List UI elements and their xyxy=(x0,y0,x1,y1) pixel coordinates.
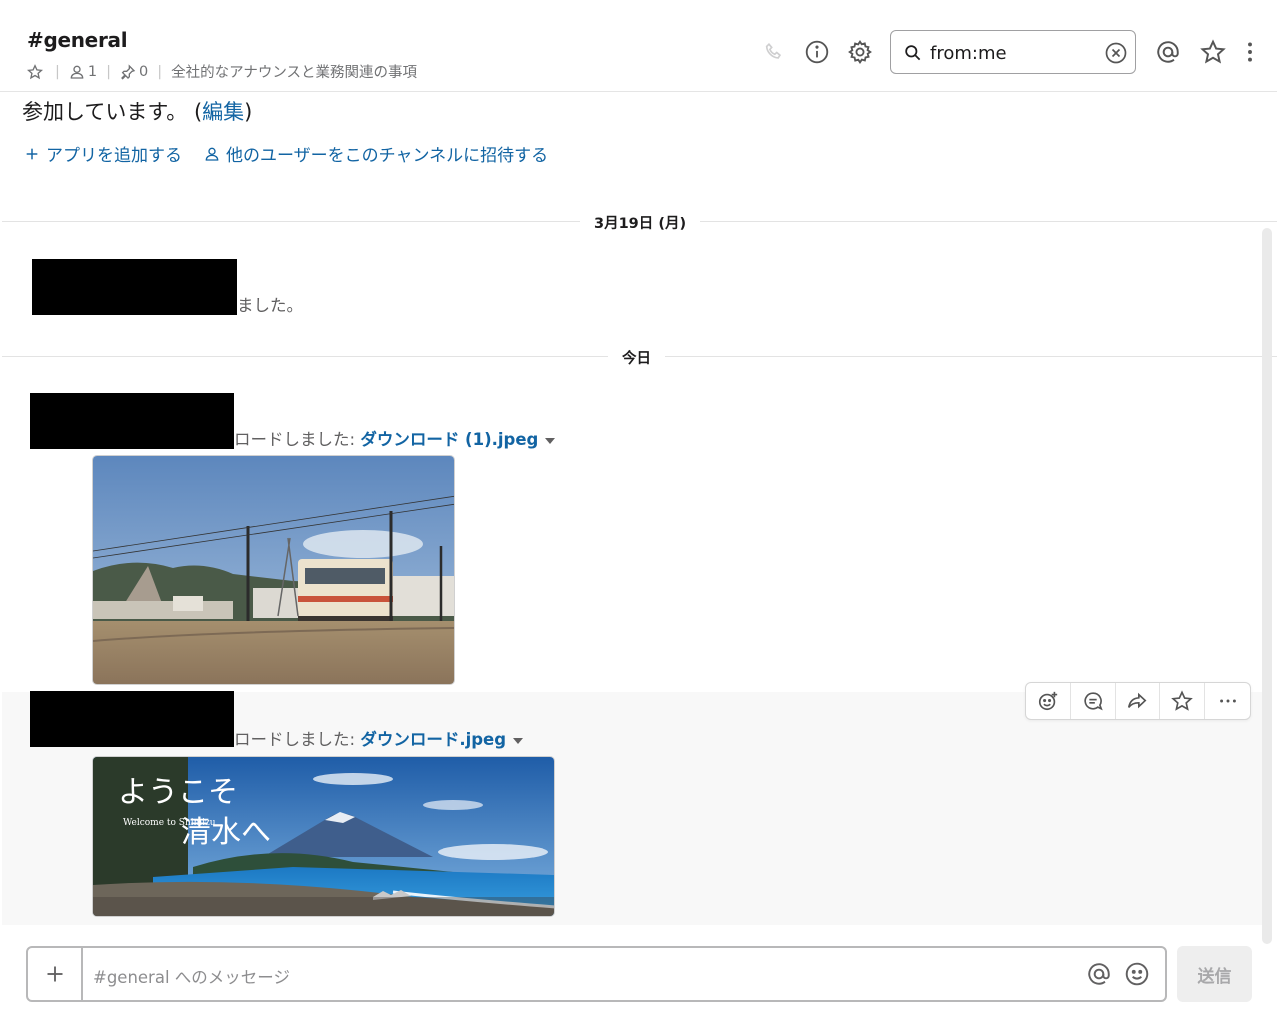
person-icon xyxy=(205,147,219,161)
member-icon[interactable] xyxy=(69,64,85,80)
mention-icon[interactable] xyxy=(1086,961,1112,991)
redacted-sender xyxy=(32,259,237,315)
message-composer[interactable]: #general へのメッセージ xyxy=(26,946,1167,1002)
share-icon[interactable] xyxy=(1116,683,1161,719)
star-message-icon[interactable] xyxy=(1160,683,1206,719)
message-actions xyxy=(1025,682,1251,720)
day-label: 今日 xyxy=(608,347,665,368)
phone-icon[interactable] xyxy=(760,38,788,66)
channel-info-icon[interactable] xyxy=(803,38,831,66)
more-vertical-icon[interactable] xyxy=(1236,38,1264,66)
file-link[interactable]: ダウンロード (1).jpeg xyxy=(360,430,538,449)
starred-items-icon[interactable] xyxy=(1199,38,1227,66)
train-photo[interactable] xyxy=(92,455,455,685)
caret-down-icon[interactable] xyxy=(513,737,524,744)
edit-link[interactable]: 編集 xyxy=(202,100,244,124)
send-button[interactable]: 送信 xyxy=(1177,946,1252,1002)
search-input[interactable]: from:me xyxy=(890,30,1136,74)
redacted-sender xyxy=(30,691,234,747)
channel-header: #general | 1 | 0 | 全社的なアナウンスと業務関連の事項 fro… xyxy=(0,0,1277,92)
add-app-link[interactable]: アプリを追加する xyxy=(24,141,182,166)
caret-down-icon[interactable] xyxy=(545,437,556,444)
search-query[interactable]: from:me xyxy=(930,43,1007,64)
day-label: 3月19日 (月) xyxy=(580,212,701,233)
intro-actions: アプリを追加する 他のユーザーをこのチャンネルに招待する xyxy=(24,141,570,166)
channel-intro: 参加しています。 (編集) xyxy=(22,100,253,124)
channel-topic[interactable]: 全社的なアナウンスと業務関連の事項 xyxy=(171,61,417,82)
redacted-sender xyxy=(30,393,234,449)
welcome-title: ようこそ xyxy=(118,775,238,810)
star-channel-icon[interactable] xyxy=(27,63,43,80)
file-link[interactable]: ダウンロード.jpeg xyxy=(360,730,506,749)
invite-users-link[interactable]: 他のユーザーをこのチャンネルに招待する xyxy=(204,141,548,166)
welcome-subtitle: Welcome to Shimizu xyxy=(123,818,216,828)
attach-plus-icon[interactable] xyxy=(28,948,83,1000)
search-icon xyxy=(903,43,922,66)
mentions-icon[interactable] xyxy=(1154,38,1182,66)
welcome-shimizu-photo[interactable]: ようこそ 清水へ Welcome to Shimizu xyxy=(92,756,555,917)
add-reaction-icon[interactable] xyxy=(1026,683,1071,719)
clear-search-icon[interactable] xyxy=(1104,41,1128,69)
member-count[interactable]: 1 xyxy=(88,64,97,80)
more-actions-icon[interactable] xyxy=(1205,683,1250,719)
message-text: ました。 xyxy=(237,296,303,315)
pinned-count[interactable]: 0 xyxy=(139,64,148,80)
channel-meta: | 1 | 0 | 全社的なアナウンスと業務関連の事項 xyxy=(27,61,417,82)
plus-icon xyxy=(26,148,38,159)
pin-icon[interactable] xyxy=(120,63,136,80)
message-input[interactable]: #general へのメッセージ xyxy=(93,964,290,988)
scrollbar[interactable] xyxy=(1262,228,1272,944)
channel-title[interactable]: #general xyxy=(27,28,128,52)
emoji-icon[interactable] xyxy=(1124,961,1150,991)
reply-thread-icon[interactable] xyxy=(1071,683,1116,719)
file-upload-message: ロードしました: ダウンロード (1).jpeg xyxy=(234,426,556,450)
file-upload-message: ロードしました: ダウンロード.jpeg xyxy=(234,726,524,750)
gear-icon[interactable] xyxy=(846,38,874,66)
